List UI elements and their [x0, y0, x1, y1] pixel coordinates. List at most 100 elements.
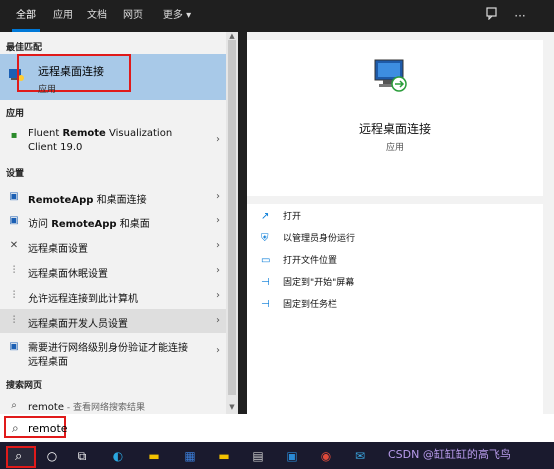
detail-title: 远程桌面连接: [358, 122, 431, 136]
settings-item[interactable]: ✕ 远程桌面设置 ›: [0, 235, 226, 257]
open-icon: ↗: [261, 211, 270, 222]
settings-item[interactable]: ▣ 访问 RemoteApp 和桌面 ›: [0, 210, 226, 232]
tab-documents[interactable]: 文档: [82, 0, 112, 32]
action-pin-to-start[interactable]: ⊣ 固定到"开始"屏幕: [261, 276, 531, 292]
remote-settings-icon: ✕: [9, 240, 19, 251]
best-match-item[interactable]: 远程桌面连接 应用: [0, 54, 226, 100]
settings-label-bold: RemoteApp: [28, 195, 94, 206]
search-icon: ⌕: [15, 449, 23, 464]
app-icon[interactable]: ▤: [250, 448, 266, 464]
app-label-post: Visualization: [105, 128, 173, 139]
chevron-right-icon: ›: [216, 345, 220, 356]
search-input[interactable]: ⌕ remote: [4, 416, 68, 438]
action-label: 固定到"开始"屏幕: [283, 278, 355, 288]
action-label: 打开文件位置: [283, 256, 338, 266]
tab-more[interactable]: 更多 ▾: [154, 0, 200, 32]
action-label: 固定到任务栏: [283, 300, 338, 310]
action-pin-to-taskbar[interactable]: ⊣ 固定到任务栏: [261, 298, 531, 314]
pin-icon: ⊣: [261, 299, 270, 310]
detail-subtitle: 应用: [385, 143, 404, 153]
action-open-file-location[interactable]: ▭ 打开文件位置: [261, 254, 531, 270]
store-icon[interactable]: ▦: [182, 448, 198, 464]
best-match-title: 远程桌面连接: [38, 65, 104, 78]
task-view-icon[interactable]: ⧉: [74, 448, 90, 464]
chevron-right-icon: ›: [216, 134, 220, 145]
more-options-icon[interactable]: ···: [510, 6, 530, 26]
app-icon[interactable]: ▣: [284, 448, 300, 464]
chevron-right-icon: ›: [216, 315, 220, 326]
scrollbar-thumb[interactable]: [228, 40, 236, 395]
app-item-label-line2: Client 19.0: [28, 142, 83, 153]
action-label: 打开: [283, 212, 302, 222]
section-settings: 设置: [6, 169, 25, 179]
settings-item[interactable]: ▣ 需要进行网络级别身份验证才能连接 远程桌面 ›: [0, 337, 226, 369]
watermark: CSDN @缸缸缸的高飞鸟: [388, 448, 511, 461]
search-input-value: remote: [28, 422, 68, 435]
settings-label-post: 和桌面: [116, 219, 150, 230]
tab-more-label: 更多: [162, 10, 183, 21]
app-label-pre: Fluent: [28, 128, 63, 139]
tab-all[interactable]: 全部: [6, 0, 46, 32]
remoteapp-icon: ▣: [9, 191, 19, 202]
app-item-label: Fluent Remote Visualization: [28, 128, 172, 139]
action-open[interactable]: ↗ 打开: [261, 210, 531, 226]
results-list: 最佳匹配 远程桌面连接 应用 应用 ▪ Fluent Remote Visual…: [0, 32, 238, 414]
scroll-down-arrow[interactable]: ▼: [228, 402, 236, 412]
tab-apps[interactable]: 应用: [48, 0, 78, 32]
detail-card: 远程桌面连接 应用: [247, 40, 543, 196]
chevron-down-icon: ▾: [186, 10, 192, 21]
app-label-bold: Remote: [62, 128, 106, 139]
cortana-icon[interactable]: ○: [44, 448, 60, 464]
settings-item[interactable]: ⫶ 远程桌面休眠设置 ›: [0, 260, 226, 282]
web-search-item[interactable]: ⌕ remote - 查看网络搜索结果: [0, 398, 226, 414]
tab-web[interactable]: 网页: [118, 0, 148, 32]
feedback-icon[interactable]: [482, 6, 502, 26]
taskbar: ⌕ ○ ⧉ ◐ ▬ ▦ ▬ ▤ ▣ ◉ ✉ CSDN @缸缸缸的高飞鸟: [0, 442, 554, 469]
app-icon: ▪: [10, 130, 18, 141]
settings-item-label: 远程桌面休眠设置: [28, 269, 108, 280]
developer-settings-icon: ⫶: [12, 315, 16, 326]
chevron-right-icon: ›: [216, 215, 220, 226]
chevron-right-icon: ›: [216, 290, 220, 301]
settings-item-label: 远程桌面开发人员设置: [28, 319, 128, 330]
mail-icon[interactable]: ✉: [352, 448, 368, 464]
search-icon: ⌕: [11, 400, 17, 411]
sleep-settings-icon: ⫶: [12, 265, 16, 276]
settings-label-pre: 访问: [28, 219, 52, 230]
best-match-subtitle: 应用: [38, 85, 57, 95]
chevron-right-icon: ›: [216, 191, 220, 202]
results-scrollbar[interactable]: ▲ ▼: [226, 32, 238, 414]
web-search-label: remote - 查看网络搜索结果: [28, 400, 145, 413]
remote-desktop-icon: [371, 56, 411, 96]
settings-item[interactable]: ⫶ 允许远程连接到此计算机 ›: [0, 285, 226, 307]
web-search-query: remote: [28, 402, 64, 413]
file-location-icon: ▭: [261, 255, 271, 266]
taskbar-search-button[interactable]: ⌕: [6, 446, 36, 468]
chrome-icon[interactable]: ◉: [318, 448, 334, 464]
pin-icon: ⊣: [261, 277, 270, 288]
settings-label-post: 和桌面连接: [93, 195, 147, 206]
allow-remote-icon: ⫶: [12, 290, 16, 301]
settings-item-label: 远程桌面设置: [28, 244, 88, 255]
settings-item-label: RemoteApp 和桌面连接: [28, 191, 147, 206]
action-run-as-admin[interactable]: ⛨ 以管理员身份运行: [261, 232, 531, 248]
remoteapp-icon: ▣: [9, 215, 19, 226]
settings-item[interactable]: ▣ RemoteApp 和桌面连接 ›: [0, 186, 226, 208]
scroll-up-arrow[interactable]: ▲: [228, 32, 236, 40]
settings-item[interactable]: ⫶ 远程桌面开发人员设置 ›: [0, 309, 226, 333]
edge-icon[interactable]: ◐: [110, 448, 126, 464]
detail-pane: 远程桌面连接 应用 ↗ 打开 ⛨ 以管理员身份运行 ▭ 打开文件位置 ⊣ 固定到…: [247, 32, 554, 414]
network-auth-icon: ▣: [9, 341, 19, 352]
shield-icon: ⛨: [261, 233, 269, 244]
settings-item-label: 需要进行网络级别身份验证才能连接: [28, 343, 188, 354]
chevron-right-icon: ›: [216, 265, 220, 276]
app-item-fluent[interactable]: ▪ Fluent Remote Visualization Client 19.…: [0, 126, 226, 158]
settings-item-label: 访问 RemoteApp 和桌面: [28, 215, 150, 230]
file-explorer-icon[interactable]: ▬: [146, 448, 162, 464]
section-apps: 应用: [6, 109, 25, 119]
search-filter-bar: 全部 应用 文档 网页 更多 ▾ ···: [0, 0, 554, 32]
section-best-match: 最佳匹配: [6, 43, 43, 53]
settings-item-label: 允许远程连接到此计算机: [28, 294, 138, 305]
folder-icon[interactable]: ▬: [216, 448, 232, 464]
actions-list: ↗ 打开 ⛨ 以管理员身份运行 ▭ 打开文件位置 ⊣ 固定到"开始"屏幕 ⊣ 固…: [247, 204, 543, 414]
